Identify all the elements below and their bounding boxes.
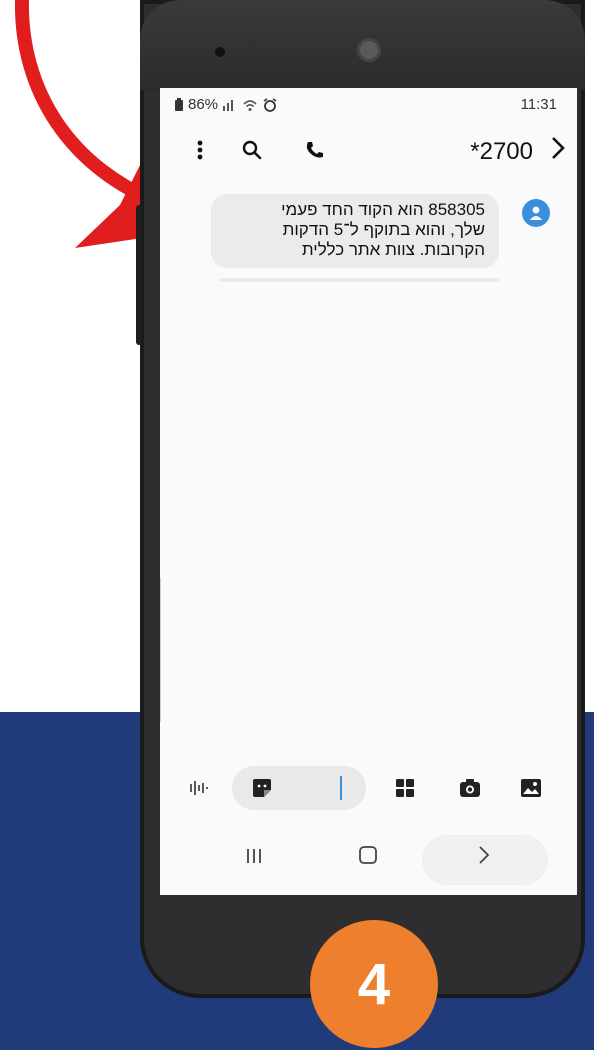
status-bar: 86% 11:31 [160,88,577,120]
front-camera-icon [357,38,381,62]
grid-icon[interactable] [392,774,418,802]
signal-icon [223,99,234,111]
contact-avatar-icon[interactable] [522,199,550,227]
message-bubble[interactable]: 858305 הוא הקוד החד פעמי שלך, והוא בתוקף… [211,194,499,268]
phone-side-button [136,205,142,345]
more-vert-icon[interactable] [186,136,214,164]
camera-icon[interactable] [457,774,483,802]
voice-wave-icon[interactable] [182,774,212,802]
text-cursor [340,776,342,800]
conversation-title: *2700 [470,138,533,165]
status-time: 11:31 [520,96,557,113]
battery-icon [175,97,183,111]
phone-screen: 86% 11:31 *2700 858305 הוא הקוד החד פעמי… [160,88,577,895]
system-nav-bar [160,833,577,889]
image-icon[interactable] [518,774,544,802]
message-line: הקרובות. צוות אתר כללית [301,240,485,259]
alarm-icon [263,97,277,112]
conversation-toolbar: *2700 [160,128,577,176]
chevron-right-icon[interactable] [549,134,567,169]
scroll-edge [160,578,167,722]
recent-apps-icon[interactable] [246,845,262,871]
battery-percent: 86% [188,96,219,113]
message-line: 858305 הוא הקוד החד פעמי [281,200,485,219]
compose-bar [160,760,577,816]
wifi-icon [243,99,257,111]
sticker-icon[interactable] [248,774,276,802]
phone-icon[interactable] [300,136,328,164]
home-icon[interactable] [358,845,378,871]
search-icon[interactable] [238,136,266,164]
sensor-icon [215,47,225,57]
message-divider [219,278,499,282]
message-line: שלך, והוא בתוקף ל־5 הדקות [282,220,485,239]
step-number: 4 [357,951,391,1017]
step-badge: 4 [310,920,438,1048]
back-icon[interactable] [478,845,490,871]
